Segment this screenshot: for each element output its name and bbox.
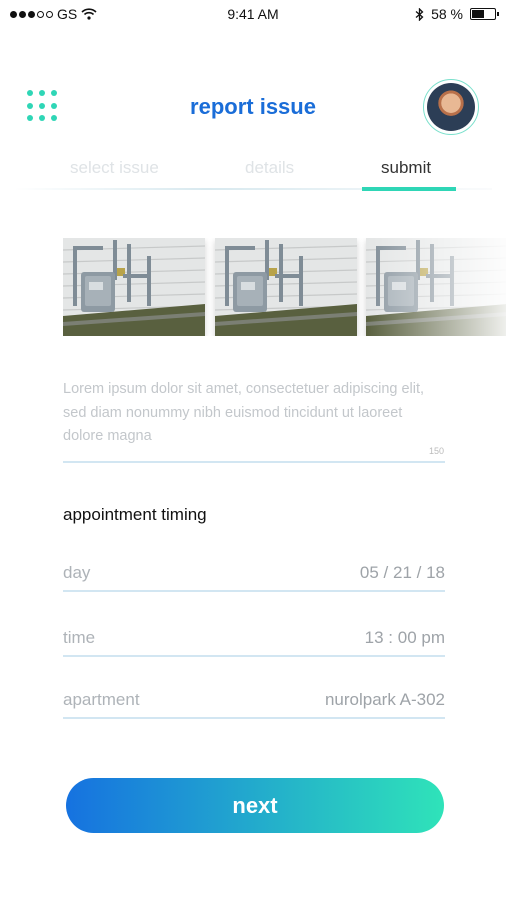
tab-submit[interactable]: submit: [381, 158, 431, 178]
apartment-field[interactable]: apartment nurolpark A-302: [63, 690, 445, 730]
tab-select-issue[interactable]: select issue: [70, 158, 159, 178]
gas-meter-illustration: [366, 238, 506, 336]
time-label: time: [63, 628, 96, 647]
day-underline: [63, 590, 445, 592]
status-right: 58 %: [415, 6, 499, 22]
time-field[interactable]: time 13 : 00 pm: [63, 628, 445, 668]
apartment-underline: [63, 717, 445, 719]
next-button[interactable]: next: [66, 778, 444, 833]
step-tabs: select issue details submit: [0, 158, 506, 194]
photo-thumbnail-1[interactable]: [63, 238, 205, 336]
issue-description[interactable]: Lorem ipsum dolor sit amet, consectetuer…: [63, 378, 445, 449]
tab-details[interactable]: details: [245, 158, 294, 178]
photo-thumbnail-2[interactable]: [215, 238, 357, 336]
day-label: day: [63, 563, 91, 582]
bluetooth-icon: [415, 7, 424, 21]
time-value: 13 : 00 pm: [364, 628, 445, 647]
day-value: 05 / 21 / 18: [359, 563, 445, 582]
apartment-value: nurolpark A-302: [324, 690, 445, 709]
character-counter: 150: [428, 446, 444, 456]
day-field[interactable]: day 05 / 21 / 18: [63, 563, 445, 603]
photo-thumbnail-3[interactable]: [366, 238, 506, 336]
description-underline: [63, 461, 445, 463]
active-tab-indicator: [362, 187, 456, 191]
gas-meter-illustration: [215, 238, 357, 336]
photo-strip: [63, 238, 506, 336]
battery-percent: 58 %: [431, 6, 463, 22]
battery-icon: [470, 8, 499, 20]
user-avatar-image: [427, 83, 475, 131]
gas-meter-illustration: [63, 238, 205, 336]
avatar[interactable]: [423, 79, 479, 135]
apartment-label: apartment: [63, 690, 140, 709]
time-underline: [63, 655, 445, 657]
status-bar: GS 9:41 AM 58 %: [0, 0, 506, 28]
appointment-timing-label: appointment timing: [63, 505, 207, 524]
